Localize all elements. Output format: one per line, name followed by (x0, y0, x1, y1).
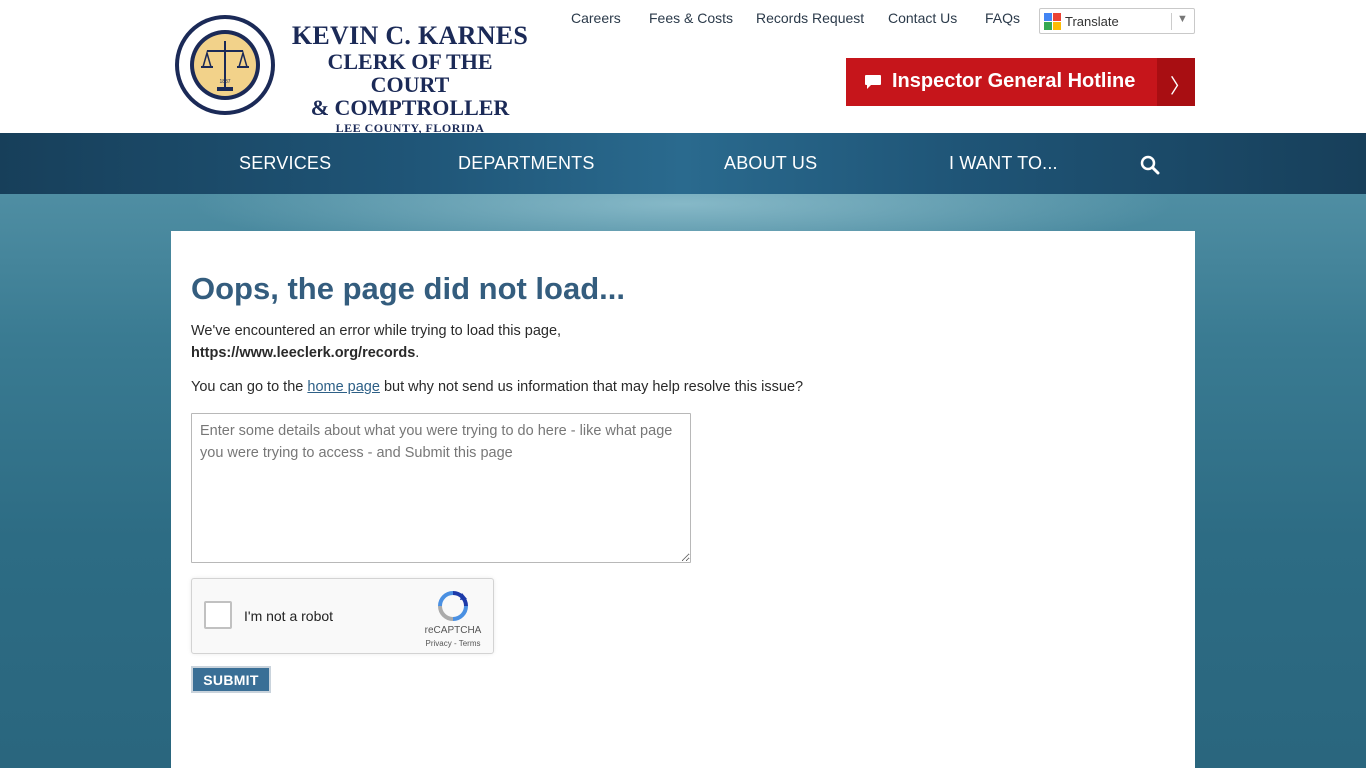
recaptcha-logo-icon (438, 591, 468, 621)
error-content-card: Oops, the page did not load... We've enc… (171, 231, 1195, 768)
top-link-fees-costs[interactable]: Fees & Costs (649, 10, 733, 26)
chevron-right-icon: 〉 (1170, 76, 1190, 98)
site-header: 1887 KEVIN C. KARNES CLERK OF THE COURT … (0, 0, 1366, 136)
recaptcha-brand: reCAPTCHA (424, 625, 482, 636)
submit-button[interactable]: SUBMIT (191, 666, 271, 693)
logo-name: KEVIN C. KARNES (291, 21, 529, 50)
translate-dropdown[interactable]: Translate ▼ (1039, 8, 1195, 34)
caret-down-icon: ▼ (1177, 13, 1188, 25)
help-text-before: You can go to the (191, 379, 308, 395)
home-page-link[interactable]: home page (307, 379, 380, 395)
translate-divider (1171, 13, 1172, 30)
recaptcha-widget: I'm not a robot reCAPTCHA Privacy - Term… (191, 578, 494, 654)
seal-year: 1887 (219, 79, 230, 85)
top-link-contact-us[interactable]: Contact Us (888, 10, 957, 26)
search-icon[interactable] (1140, 155, 1160, 175)
error-message: We've encountered an error while trying … (191, 320, 561, 364)
nav-item-i-want-to[interactable]: I WANT TO... (949, 153, 1058, 174)
recaptcha-checkbox[interactable] (204, 601, 232, 629)
google-translate-icon (1044, 13, 1061, 30)
nav-item-about-us[interactable]: ABOUT US (724, 153, 817, 174)
translate-label: Translate (1065, 14, 1119, 29)
recaptcha-label: I'm not a robot (244, 608, 334, 624)
top-link-faqs[interactable]: FAQs (985, 10, 1020, 26)
main-nav: SERVICES DEPARTMENTS ABOUT US I WANT TO.… (0, 133, 1366, 194)
error-url-period: . (415, 345, 420, 361)
page-title: Oops, the page did not load... (191, 271, 625, 306)
hotline-arrow-box: 〉 (1157, 58, 1195, 106)
logo-title-line: CLERK OF THE COURT (327, 49, 493, 97)
recaptcha-terms-link[interactable]: Privacy - Terms (422, 639, 484, 648)
inspector-general-hotline-button[interactable]: Inspector General Hotline 〉 (846, 58, 1195, 106)
error-url: https://www.leeclerk.org/records (191, 345, 416, 361)
hotline-label: Inspector General Hotline (892, 70, 1136, 92)
seal-icon: 1887 (175, 15, 275, 115)
county-seal-logo[interactable]: 1887 (173, 13, 277, 117)
top-link-careers[interactable]: Careers (571, 10, 621, 26)
help-message: You can go to the home page but why not … (191, 379, 803, 395)
logo-subtitle-line: & COMPTROLLER (310, 95, 510, 120)
nav-item-services[interactable]: SERVICES (239, 153, 331, 174)
error-message-text: We've encountered an error while trying … (191, 323, 562, 339)
chat-bubble-icon (865, 75, 881, 89)
details-textarea[interactable] (191, 413, 691, 563)
top-link-records-request[interactable]: Records Request (756, 10, 864, 26)
help-text-after: but why not send us information that may… (379, 379, 804, 395)
nav-item-departments[interactable]: DEPARTMENTS (458, 153, 595, 174)
site-logo-text[interactable]: KEVIN C. KARNES CLERK OF THE COURT & COM… (290, 22, 530, 136)
